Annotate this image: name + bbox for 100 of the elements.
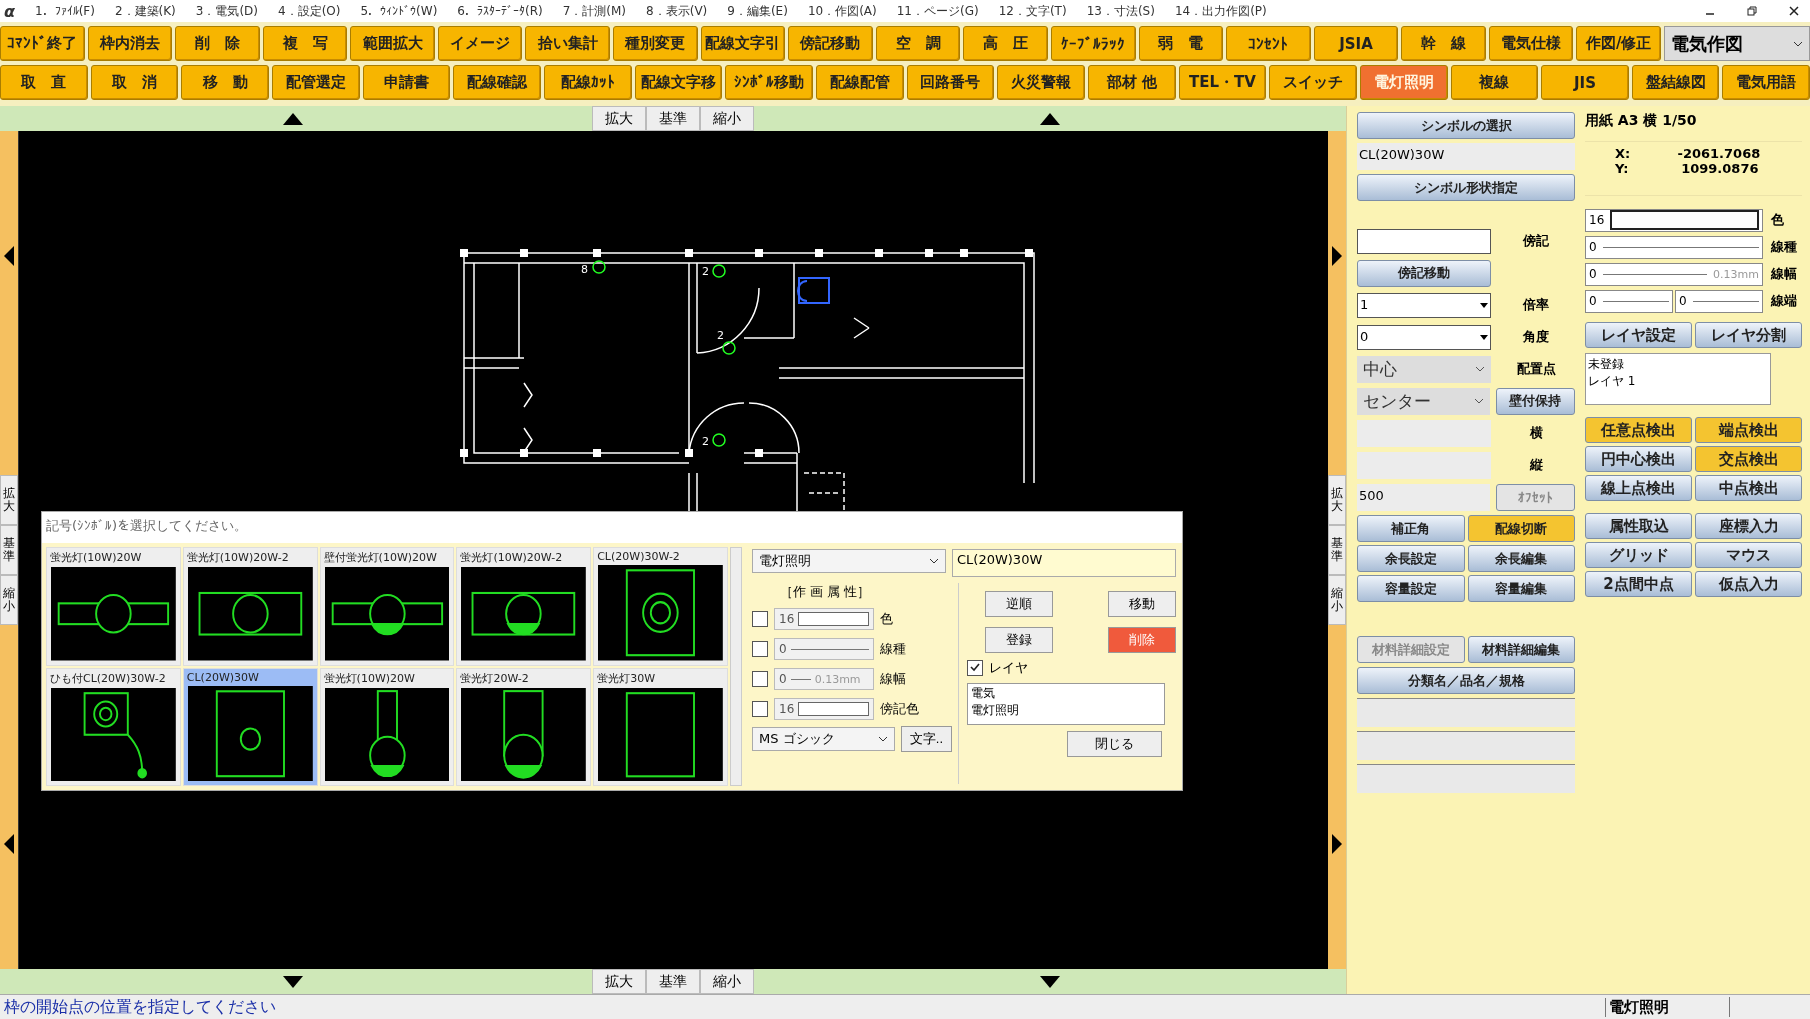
symbol-item[interactable]: 蛍光灯(10W)20W-2 <box>182 547 318 666</box>
menu-item[interactable]: 7．計測(M) <box>562 2 627 20</box>
left-arrow-icon[interactable] <box>4 245 14 266</box>
property-field[interactable]: 0 0.13mm <box>1585 262 1763 286</box>
input-button[interactable]: 座標入力 <box>1695 513 1802 539</box>
zoom-button[interactable]: 縮小 <box>700 969 754 994</box>
close-button[interactable]: 閉じる <box>1067 731 1162 757</box>
toolbar-button[interactable]: ｼﾝﾎﾞﾙ移動 <box>725 65 813 100</box>
restore-icon[interactable] <box>1746 5 1758 17</box>
symbol-item[interactable]: 蛍光灯20W-2 <box>456 667 592 786</box>
menu-item[interactable]: 3．電気(D) <box>195 2 259 20</box>
checkbox[interactable] <box>752 611 768 627</box>
menu-item[interactable]: 2．建築(K) <box>114 2 176 20</box>
material-row[interactable] <box>1357 731 1575 760</box>
zoom-button[interactable]: 基準 <box>0 525 18 575</box>
right-arrow-icon[interactable] <box>1332 834 1342 855</box>
vertical-field[interactable] <box>1357 451 1491 479</box>
symbol-item[interactable]: 蛍光灯(10W)20W <box>319 667 455 786</box>
line-end-field[interactable]: 0 <box>1675 289 1763 313</box>
menu-item[interactable]: 10．作図(A) <box>807 2 877 20</box>
toolbar-button[interactable]: 部材 他 <box>1087 65 1176 100</box>
toolbar-button[interactable]: 削 除 <box>175 26 260 61</box>
toolbar-button[interactable]: 電気仕様 <box>1488 26 1574 61</box>
property-field[interactable]: 0 <box>1585 235 1763 259</box>
angle-combo[interactable]: 0 <box>1357 324 1491 350</box>
anchor-dropdown[interactable]: 中心 <box>1357 355 1491 383</box>
scrollbar[interactable] <box>730 547 742 786</box>
toolbar-button[interactable]: 配線確認 <box>453 65 541 100</box>
toolbar-button[interactable]: 電気用語 <box>1722 65 1810 100</box>
font-button[interactable]: 文字.. <box>900 726 952 752</box>
toolbar-button[interactable]: 盤結線図 <box>1631 65 1720 100</box>
toolbar-button[interactable]: 範囲拡大 <box>350 26 435 61</box>
toolbar-button[interactable]: TEL・TV <box>1178 65 1267 100</box>
snap-button[interactable]: 中点検出 <box>1695 475 1802 501</box>
material-row[interactable] <box>1357 764 1575 793</box>
down-arrow-icon[interactable] <box>1040 976 1060 988</box>
layer-item[interactable]: 電気 <box>971 685 1161 702</box>
scale-combo[interactable]: 1 <box>1357 292 1491 318</box>
wire-button[interactable]: 容量編集 <box>1467 575 1575 602</box>
toolbar-button[interactable]: 傍記移動 <box>788 26 873 61</box>
toolbar-button[interactable]: 取 消 <box>90 65 179 100</box>
toolbar-button[interactable]: 回路番号 <box>906 65 995 100</box>
mode-dropdown[interactable]: 電気作図 <box>1664 26 1810 61</box>
property-field[interactable]: 16 <box>1585 208 1763 232</box>
toolbar-button[interactable]: 配線文字移 <box>634 65 723 100</box>
wire-button[interactable]: 余長設定 <box>1357 545 1465 572</box>
snap-button[interactable]: 任意点検出 <box>1585 417 1692 443</box>
wire-button[interactable]: 補正角 <box>1357 515 1465 542</box>
menu-item[interactable]: 4．設定(O) <box>278 2 341 20</box>
input-button[interactable]: 属性取込 <box>1585 513 1692 539</box>
toolbar-button[interactable]: 配線文字引 <box>700 26 786 61</box>
symbol-item[interactable]: 蛍光灯(10W)20W <box>46 547 181 666</box>
toolbar-button[interactable]: 移 動 <box>181 65 269 100</box>
layer-item[interactable]: レイヤ 1 <box>1588 373 1768 390</box>
symbol-item[interactable]: 蛍光灯(10W)20W-2 <box>456 547 592 666</box>
layer-item[interactable]: 電灯照明 <box>971 702 1161 719</box>
zoom-button[interactable]: 縮小 <box>1328 575 1346 625</box>
symbol-item[interactable]: CL(20W)30W <box>182 667 318 786</box>
toolbar-button[interactable]: 複 写 <box>262 26 348 61</box>
toolbar-button[interactable]: スイッチ <box>1269 65 1357 100</box>
snap-button[interactable]: 線上点検出 <box>1585 475 1692 501</box>
menu-item[interactable]: 8．表示(V) <box>646 2 708 20</box>
symbol-item[interactable]: CL(20W)30W-2 <box>593 547 728 666</box>
layer-button[interactable]: レイヤ分割 <box>1695 322 1802 348</box>
close-icon[interactable] <box>1788 5 1800 17</box>
menu-item[interactable]: 13．寸法(S) <box>1086 2 1155 20</box>
symbol-item[interactable]: 壁付蛍光灯(10W)20W <box>319 547 455 666</box>
down-arrow-icon[interactable] <box>283 976 303 988</box>
toolbar-button[interactable]: 配線配管 <box>815 65 904 100</box>
horizontal-field[interactable] <box>1357 419 1491 447</box>
input-button[interactable]: グリッド <box>1585 542 1692 568</box>
wall-keep-button[interactable]: 壁付保持 <box>1495 387 1575 415</box>
input-button[interactable]: 仮点入力 <box>1695 571 1802 597</box>
input-button[interactable]: マウス <box>1695 542 1802 568</box>
wire-button[interactable]: 配線切断 <box>1467 515 1575 542</box>
zoom-button[interactable]: 拡大 <box>0 475 18 525</box>
layer-item[interactable]: 未登録 <box>1588 356 1768 373</box>
toolbar-button[interactable]: 幹 線 <box>1401 26 1486 61</box>
zoom-button[interactable]: 拡大 <box>592 106 646 131</box>
dialog-button[interactable]: 逆順 <box>985 591 1053 617</box>
symbol-item[interactable]: ひも付CL(20W)30W-2 <box>46 667 181 786</box>
font-dropdown[interactable]: MS ゴシック <box>752 727 895 751</box>
zoom-button[interactable]: 拡大 <box>1328 475 1346 525</box>
menu-item[interactable]: 5．ｳｨﾝﾄﾞｳ(W) <box>360 4 438 18</box>
toolbar-button[interactable]: 複線 <box>1450 65 1539 100</box>
symbol-name-field[interactable]: CL(20W)30W <box>952 549 1176 577</box>
toolbar-button[interactable]: JSIA <box>1313 26 1399 61</box>
menu-item[interactable]: 1．ﾌｧｲﾙ(F) <box>35 4 95 18</box>
align-dropdown[interactable]: センター <box>1357 387 1490 415</box>
symbol-item[interactable]: 蛍光灯30W <box>593 667 728 786</box>
toolbar-button[interactable]: 火災警報 <box>997 65 1085 100</box>
toolbar-button[interactable]: ｺﾏﾝﾄﾞ終了 <box>0 26 85 61</box>
toolbar-button[interactable]: 拾い集計 <box>525 26 611 61</box>
wire-button[interactable]: 余長編集 <box>1467 545 1575 572</box>
toolbar-button[interactable]: ｹｰﾌﾞﾙﾗｯｸ <box>1050 26 1136 61</box>
menu-item[interactable]: 12．文字(T) <box>998 2 1067 20</box>
right-arrow-icon[interactable] <box>1332 245 1342 266</box>
zoom-button[interactable]: 縮小 <box>700 106 754 131</box>
toolbar-button[interactable]: 申請書 <box>362 65 451 100</box>
toolbar-button[interactable]: 枠内消去 <box>87 26 173 61</box>
